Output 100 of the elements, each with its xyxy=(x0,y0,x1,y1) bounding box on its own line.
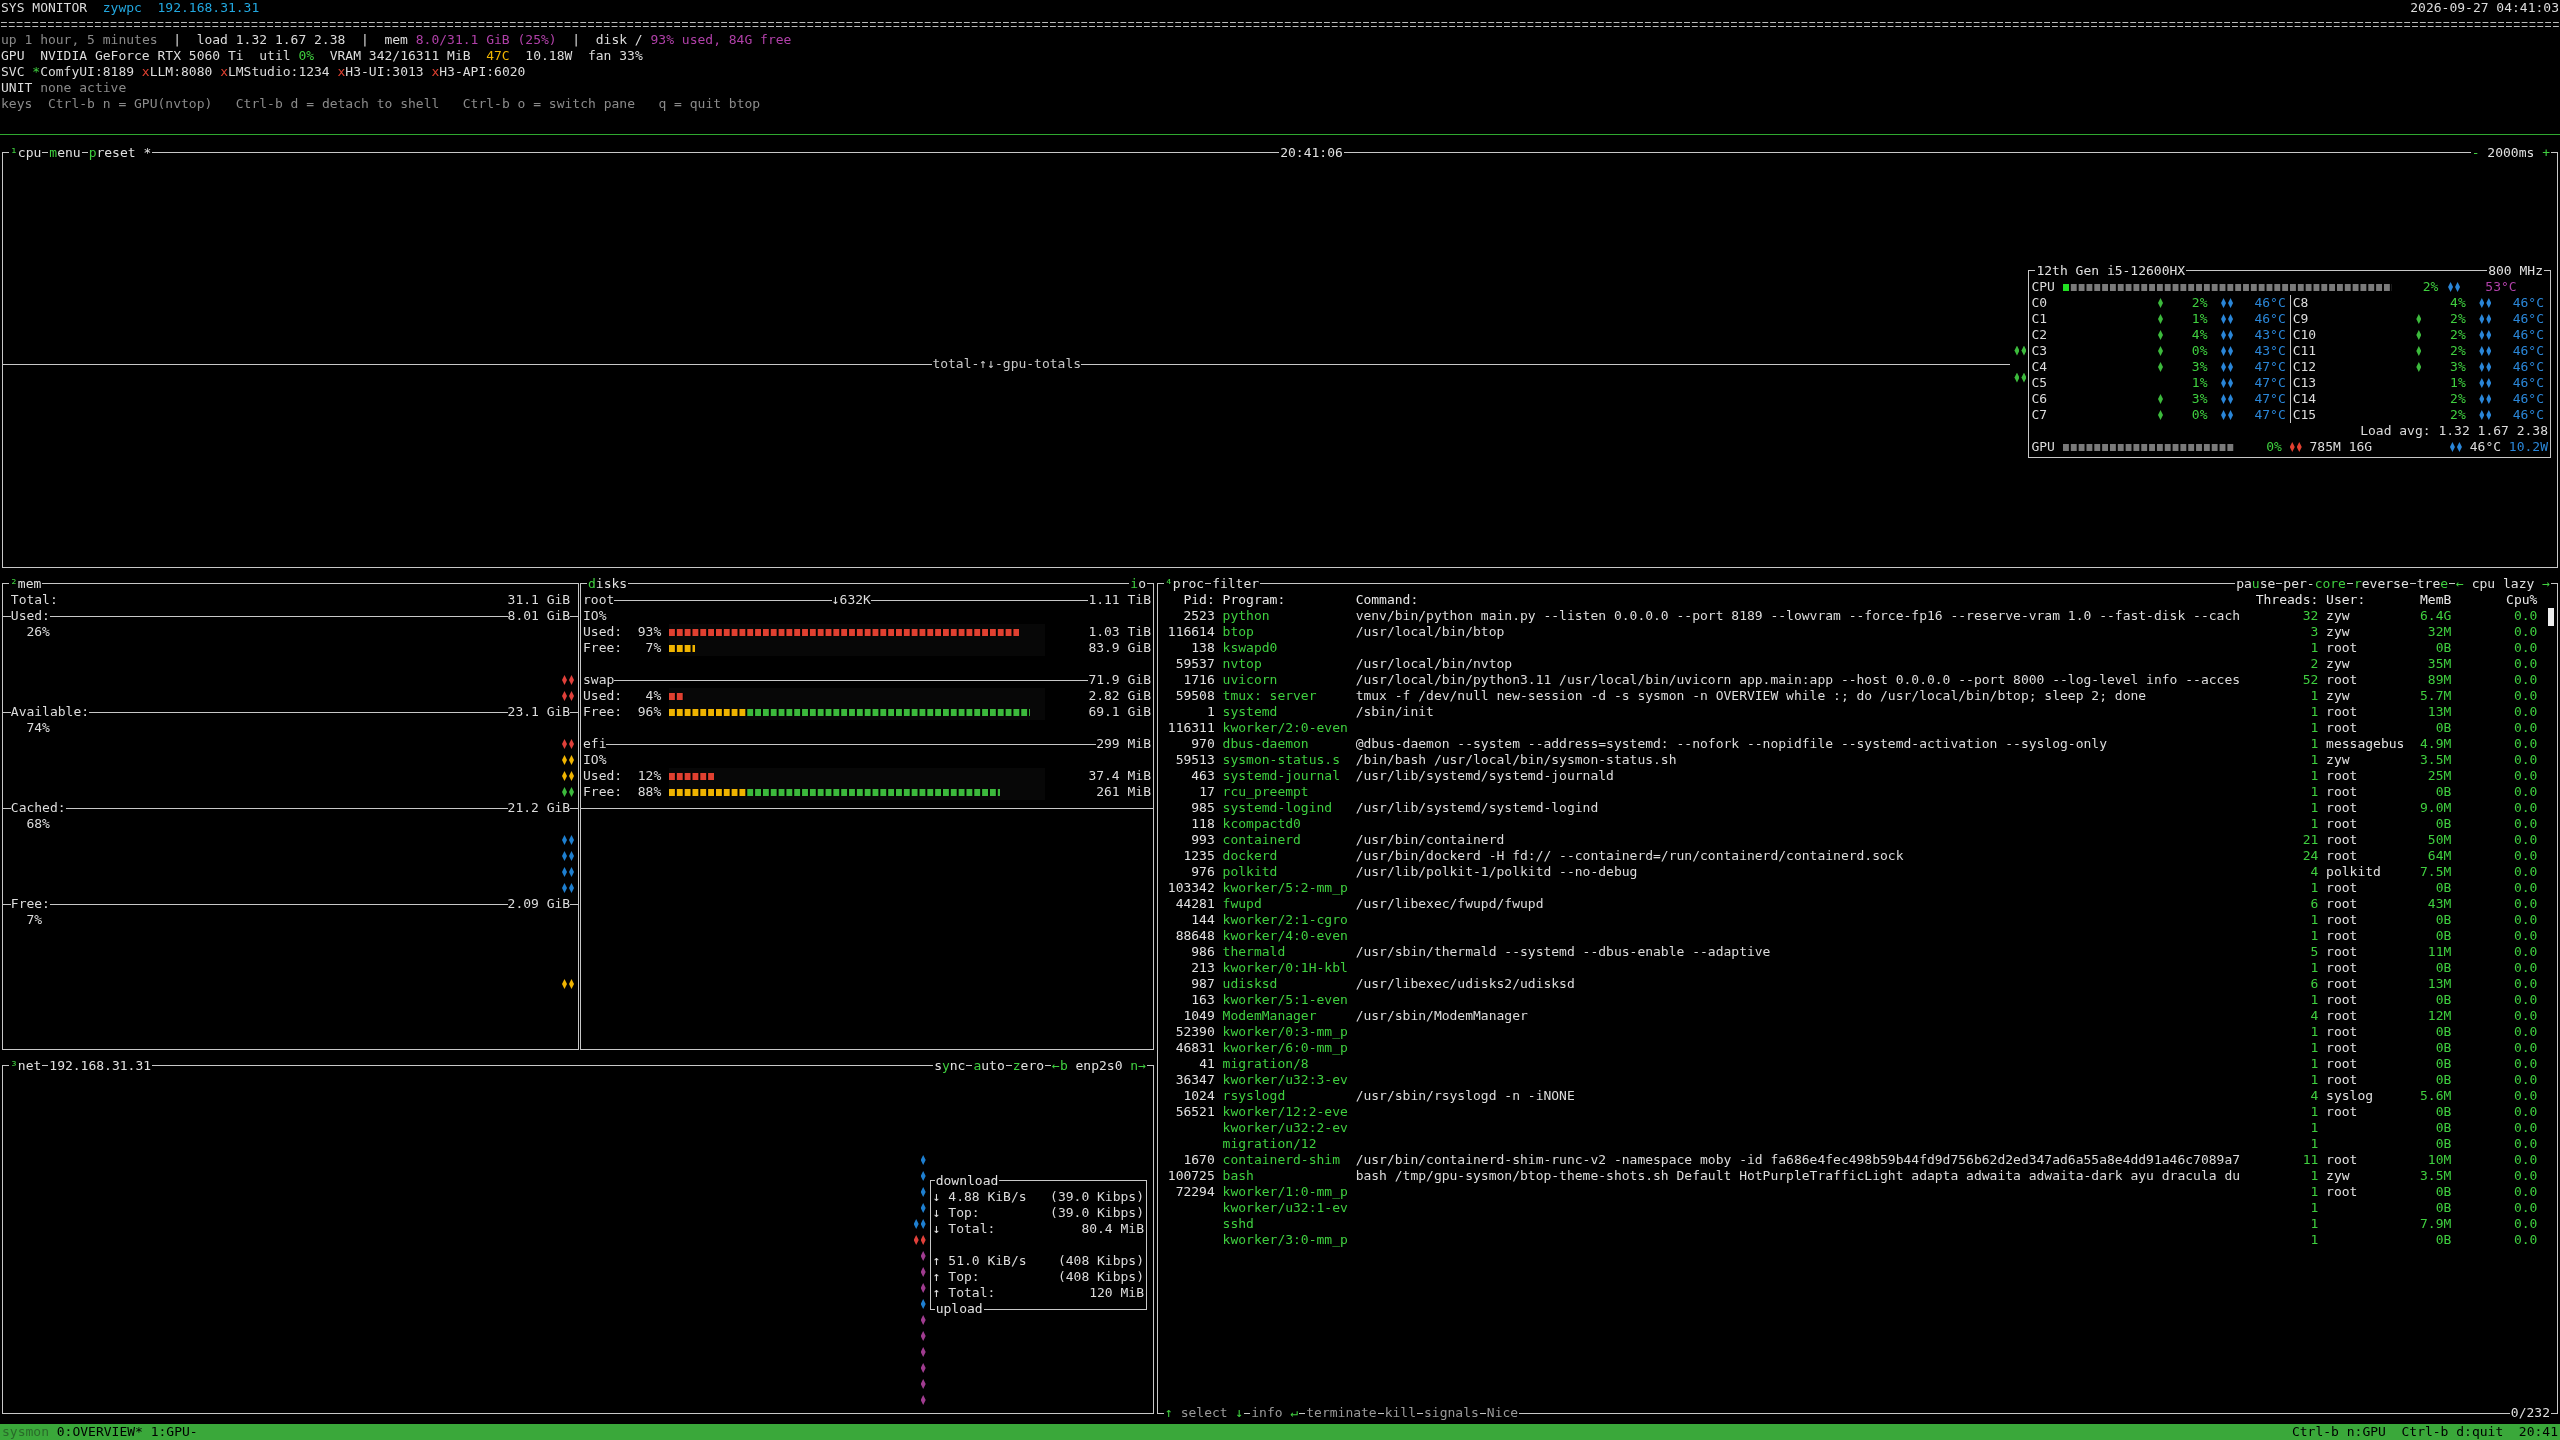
table-cell-text: 0.0 xyxy=(2512,640,2538,656)
memory-label: Free: xyxy=(10,896,50,912)
table-cell-text: 1 xyxy=(2309,912,2319,928)
table-cell-text: syslog xyxy=(2326,1088,2375,1104)
table-cell-text: venv/bin/python main.py --listen 0.0.0.0 --port 8189 --lowvram --force-fp16 --reserve-vram 1.0 --fast-disk --cach xyxy=(1355,608,2242,624)
table-cell-text: 44281 xyxy=(1174,896,1215,912)
core-temperature: 46°C xyxy=(2253,295,2286,311)
column-header[interactable]: Threads: xyxy=(2255,592,2319,608)
panel-tab[interactable]: ← cpu lazy → xyxy=(2455,576,2551,592)
panel-tab[interactable]: ←b enp2s0 n→ xyxy=(1051,1058,1147,1074)
core-percent: 2% xyxy=(2449,391,2466,407)
table-cell-text: 1 xyxy=(2309,704,2319,720)
disk-percent: 88% xyxy=(636,784,662,800)
table-cell-text: root xyxy=(2326,1152,2359,1168)
column-header[interactable]: Program: xyxy=(1222,592,1348,608)
status-text: up 1 hour, 5 minutes xyxy=(1,32,158,48)
column-header[interactable]: Command: xyxy=(1355,592,2256,608)
table-cell-text: 1 xyxy=(2309,800,2319,816)
table-cell-text: root xyxy=(2326,720,2359,736)
table-cell-text: 0B xyxy=(2434,1184,2452,1200)
table-cell-text: 0.0 xyxy=(2512,1024,2538,1040)
scrollbar-thumb[interactable] xyxy=(2548,608,2554,626)
table-cell-text: 56521 xyxy=(1174,1104,1215,1120)
core-temperature: 47°C xyxy=(2253,407,2286,423)
column-header[interactable]: Pid: xyxy=(1160,592,1215,608)
table-cell-text: 1 xyxy=(2309,1072,2319,1088)
table-cell-text: btop xyxy=(1222,624,1255,640)
table-cell-text: 0.0 xyxy=(2512,624,2538,640)
service-name: H3-UI:3013 xyxy=(345,64,424,80)
table-cell-text: 0.0 xyxy=(2512,976,2538,992)
window-tab[interactable]: 1:GPU- xyxy=(150,1424,198,1440)
table-cell-text: /usr/sbin/thermald --systemd --dbus-enable --adaptive xyxy=(1355,944,1772,960)
table-cell-text: 59537 xyxy=(1174,656,1215,672)
table-cell-text: 0.0 xyxy=(2512,1056,2538,1072)
table-cell-text: 72294 xyxy=(1174,1184,1215,1200)
traffic-value: (39.0 Kibps) xyxy=(1050,1205,1144,1221)
table-cell-text: root xyxy=(2326,1184,2359,1200)
footer-action[interactable]: signals xyxy=(1423,1405,1480,1421)
traffic-label: Total: xyxy=(948,1285,996,1301)
table-cell-text: 0B xyxy=(2434,992,2452,1008)
table-cell-text: root xyxy=(2326,832,2359,848)
core-percent: 3% xyxy=(2190,391,2208,407)
table-cell-text: 36347 xyxy=(1174,1072,1215,1088)
table-cell-text: /sbin/init xyxy=(1355,704,1435,720)
disk-label: Used: xyxy=(583,624,624,640)
table-cell-text: 0.0 xyxy=(2512,1168,2538,1184)
table-cell-text: dockerd xyxy=(1222,848,1279,864)
table-cell: kworker/u32:1-ev xyxy=(1222,1200,1348,1216)
table-cell-text: 0.0 xyxy=(2512,1088,2538,1104)
core-percent: 0% xyxy=(2190,343,2208,359)
core-label: C10 xyxy=(2292,327,2318,343)
table-cell-text: sysmon-status.s xyxy=(1222,752,1341,768)
table-cell-text: 0B xyxy=(2434,1056,2452,1072)
table-cell-text: root xyxy=(2326,944,2359,960)
table-cell-text: polkitd xyxy=(2326,864,2382,880)
service-name: LLM:8080 xyxy=(149,64,213,80)
line-label: GPU xyxy=(1,48,25,64)
table-cell-text: 3.5M xyxy=(2419,752,2452,768)
table-cell: messagebus xyxy=(2326,736,2405,752)
table-cell-text: root xyxy=(2326,912,2359,928)
table-cell-text: root xyxy=(2326,992,2359,1008)
table-cell-text: root xyxy=(2326,848,2359,864)
table-cell-text: 50M xyxy=(2426,832,2452,848)
table-cell-text: 116311 xyxy=(1166,720,1215,736)
table-cell-text: 1 xyxy=(2309,752,2319,768)
table-cell-text: 118 xyxy=(1190,816,1215,832)
table-cell-text: 9.0M xyxy=(2419,800,2452,816)
table-cell-text: 0B xyxy=(2434,960,2452,976)
core-temperature: 47°C xyxy=(2253,375,2286,391)
app-title: SYS MONITOR xyxy=(1,0,88,16)
table-cell-text: sshd xyxy=(1222,1216,1255,1232)
core-label: C6 xyxy=(2031,391,2049,407)
table-cell-text: 13M xyxy=(2426,704,2452,720)
table-cell-text: kswapd0 xyxy=(1222,640,1279,656)
table-cell-text: 0.0 xyxy=(2512,816,2538,832)
table-cell-text: 0B xyxy=(2434,1072,2452,1088)
table-cell-text: 986 xyxy=(1190,944,1215,960)
panel-tab[interactable]: preset * xyxy=(87,145,153,161)
separator-text: | xyxy=(361,32,369,48)
disk-name: swap xyxy=(583,672,615,688)
table-cell-text: 0.0 xyxy=(2512,800,2538,816)
table-cell-text: 0.0 xyxy=(2512,1232,2538,1248)
column-header[interactable]: User: xyxy=(2326,592,2405,608)
panel-tab[interactable]: ⁴ proc xyxy=(1164,576,1206,592)
column-header[interactable]: Cpu% xyxy=(2451,592,2538,608)
table-cell-text: migration/8 xyxy=(1222,1056,1310,1072)
table-cell-text: root xyxy=(2326,800,2359,816)
table-cell-text: 970 xyxy=(1190,736,1215,752)
table-cell-text: /usr/libexec/udisks2/udisksd xyxy=(1355,976,1576,992)
window-tab[interactable]: 0:OVERVIEW* xyxy=(56,1424,143,1440)
table-cell-text: 0.0 xyxy=(2512,912,2538,928)
table-cell-text: 116614 xyxy=(1166,624,1215,640)
table-cell-text: /usr/sbin/rsyslogd -n -iNONE xyxy=(1355,1088,1576,1104)
cpu-percent: 2% xyxy=(2421,279,2439,295)
disk-percent: 12% xyxy=(636,768,662,784)
column-header[interactable]: MemB xyxy=(2404,592,2452,608)
table-cell-text: 138 xyxy=(1190,640,1215,656)
memory-value: 8.01 GiB xyxy=(507,608,571,624)
table-cell-text: 0.0 xyxy=(2512,1152,2538,1168)
panel-tab[interactable]: ¹ cpu xyxy=(9,145,43,161)
